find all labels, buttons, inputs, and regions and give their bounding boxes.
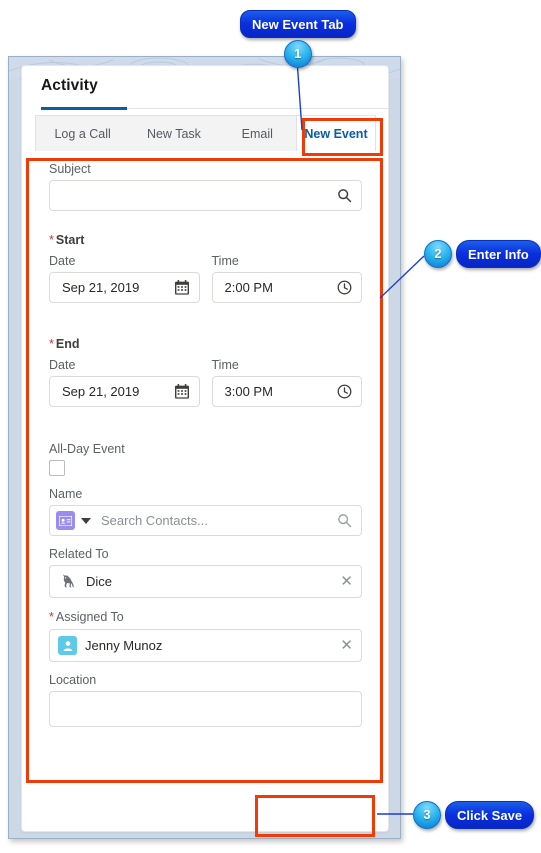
location-input[interactable]	[49, 691, 362, 727]
calendar-icon[interactable]	[174, 279, 191, 296]
tab-email-label: Email	[241, 126, 273, 141]
callout-click-save: 3 Click Save	[413, 801, 535, 829]
location-label: Location	[49, 673, 97, 687]
start-time-label: Time	[211, 254, 239, 268]
assigned-to-required-marker: *	[49, 610, 54, 624]
end-group-label: * End	[49, 335, 362, 353]
callout-enter-info: 2 Enter Info	[424, 240, 541, 268]
end-date-input[interactable]: Sep 21, 2019	[49, 376, 200, 407]
related-to-value: Dice	[86, 574, 113, 589]
end-date-label: Date	[49, 358, 76, 372]
start-time-field: Time 2:00 PM	[211, 253, 362, 303]
end-time-field: Time 3:00 PM	[211, 357, 362, 407]
tab-email[interactable]: Email	[219, 116, 296, 151]
close-icon[interactable]: ✕	[336, 638, 353, 653]
header-divider	[127, 108, 388, 109]
active-tab-underline	[41, 107, 127, 110]
activity-header: Activity	[22, 66, 388, 112]
start-date-value: Sep 21, 2019	[62, 280, 140, 295]
assigned-to-label-row: * Assigned To	[49, 608, 362, 626]
close-icon[interactable]: ✕	[336, 574, 353, 589]
all-day-event-label: All-Day Event	[49, 442, 125, 456]
tab-new-event-label: New Event	[304, 126, 368, 141]
search-icon[interactable]	[336, 512, 353, 529]
calendar-icon[interactable]	[174, 383, 191, 400]
end-date-value: Sep 21, 2019	[62, 384, 140, 399]
end-time-input[interactable]: 3:00 PM	[211, 376, 362, 407]
start-date-field: Date Sep 21, 2019	[49, 253, 200, 303]
subject-input[interactable]	[49, 180, 362, 211]
assigned-to-value: Jenny Munoz	[85, 638, 163, 653]
name-lookup-input[interactable]: Search Contacts...	[49, 505, 362, 536]
tab-new-task-label: New Task	[146, 126, 201, 141]
activity-tablist: Log a Call New Task Email New Event	[35, 115, 376, 151]
start-required-marker: *	[49, 233, 54, 247]
tab-log-a-call-label: Log a Call	[54, 126, 111, 141]
callout-new-event-tab: New Event Tab 1	[240, 10, 356, 68]
tab-log-a-call[interactable]: Log a Call	[36, 116, 129, 151]
start-group-label: * Start	[49, 231, 362, 249]
all-day-event-checkbox[interactable]	[49, 460, 65, 476]
user-icon	[58, 636, 77, 655]
related-to-label: Related To	[49, 547, 109, 561]
app-window: Activity Log a Call New Task Email New E…	[8, 56, 401, 839]
end-required-marker: *	[49, 337, 54, 351]
end-time-value: 3:00 PM	[224, 384, 273, 399]
end-time-label: Time	[211, 358, 239, 372]
start-time-value: 2:00 PM	[224, 280, 273, 295]
start-date-input[interactable]: Sep 21, 2019	[49, 272, 200, 303]
assigned-to-input[interactable]: Jenny Munoz ✕	[49, 629, 362, 662]
dog-icon	[59, 572, 78, 591]
start-label: Start	[55, 233, 85, 247]
clock-icon[interactable]	[336, 383, 353, 400]
subject-label: Subject	[49, 162, 91, 176]
end-label: End	[55, 337, 80, 351]
callout-3-number: 3	[413, 801, 441, 829]
tab-new-task[interactable]: New Task	[129, 116, 218, 151]
new-event-form: Subject * Start Date Sep 21, 2019 Time 2…	[35, 151, 376, 727]
name-placeholder: Search Contacts...	[101, 513, 208, 528]
page-title: Activity	[41, 77, 98, 94]
chevron-down-icon[interactable]	[81, 517, 91, 524]
start-time-input[interactable]: 2:00 PM	[211, 272, 362, 303]
end-date-field: Date Sep 21, 2019	[49, 357, 200, 407]
callout-1-label: New Event Tab	[240, 10, 356, 38]
related-to-input[interactable]: Dice ✕	[49, 565, 362, 598]
assigned-to-label: Assigned To	[55, 610, 124, 624]
search-icon[interactable]	[336, 187, 353, 204]
contact-card-icon	[56, 511, 75, 530]
callout-2-label: Enter Info	[456, 240, 541, 268]
name-label: Name	[49, 487, 83, 501]
callout-2-number: 2	[424, 240, 452, 268]
tab-new-event[interactable]: New Event	[296, 116, 375, 151]
callout-3-label: Click Save	[445, 801, 535, 829]
activity-card: Activity Log a Call New Task Email New E…	[21, 65, 389, 832]
clock-icon[interactable]	[336, 279, 353, 296]
callout-1-number: 1	[283, 40, 312, 68]
start-date-label: Date	[49, 254, 76, 268]
